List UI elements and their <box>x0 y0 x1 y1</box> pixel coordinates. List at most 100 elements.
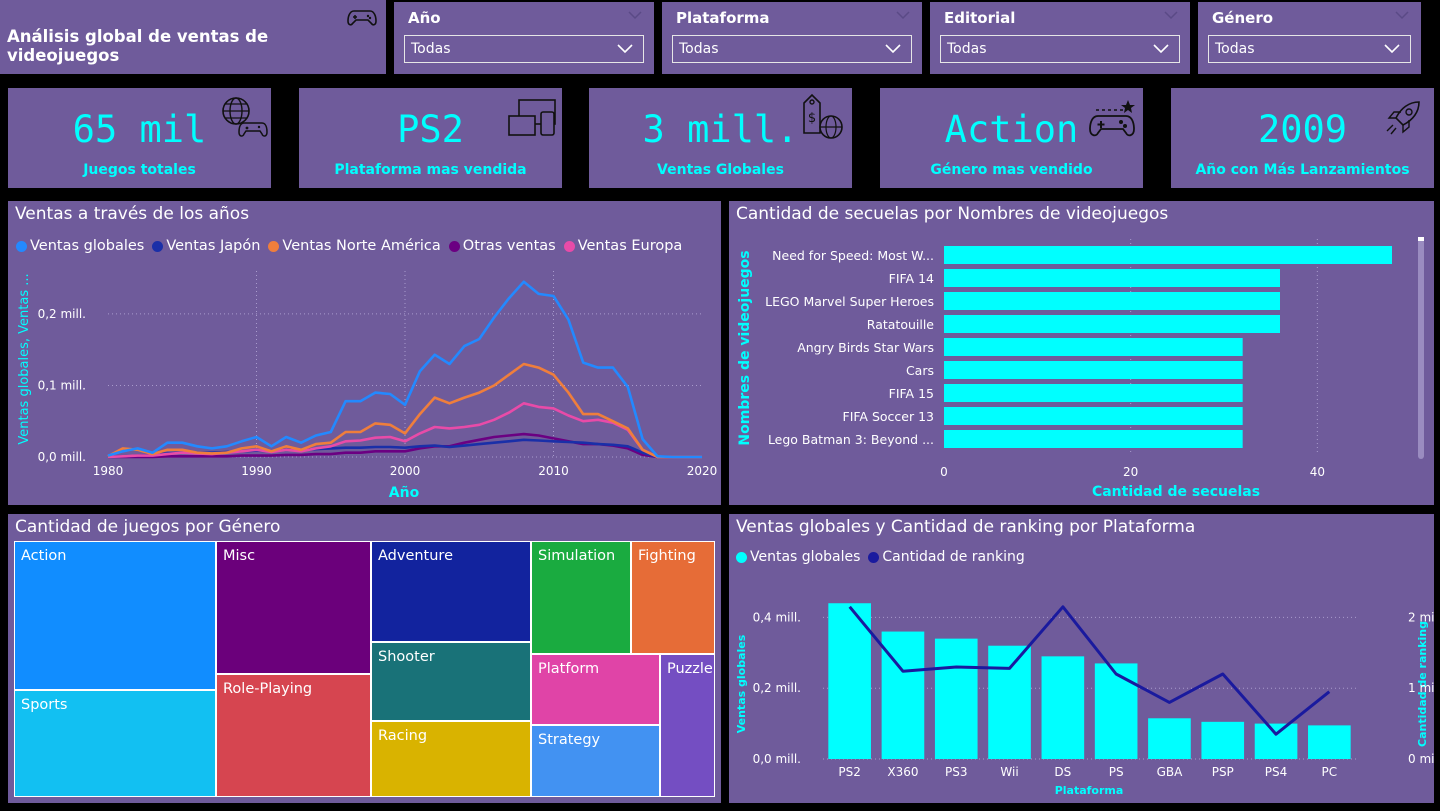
bar <box>944 384 1243 402</box>
chevron-down-icon[interactable] <box>896 10 910 20</box>
y-axis-label: Ventas globales, Ventas ... <box>17 273 32 444</box>
tile-label: Racing <box>378 728 428 744</box>
x-tick-label: DS <box>1054 765 1071 779</box>
category-label: LEGO Marvel Super Heroes <box>765 294 934 309</box>
category-label: Angry Birds Star Wars <box>797 340 934 355</box>
dashboard-title: Análisis global de ventas de videojuegos <box>7 27 269 65</box>
bar <box>988 645 1031 759</box>
treemap-tile-adventure[interactable]: Adventure <box>371 541 531 642</box>
dropdown-value: Todas <box>679 41 719 57</box>
devices-icon <box>508 99 556 136</box>
gamepad-icon <box>347 10 377 26</box>
price-tag-globe-icon: $ <box>803 93 843 139</box>
treemap-tile-action[interactable]: Action <box>14 541 216 690</box>
x-axis-label: Cantidad de secuelas <box>1092 484 1260 500</box>
bar <box>944 315 1280 333</box>
y-axis-label: Nombres de videojuegos <box>737 250 753 445</box>
tile-label: Role-Playing <box>223 681 313 697</box>
treemap-tile-strategy[interactable]: Strategy <box>531 725 660 797</box>
x-tick-label: 2010 <box>538 464 569 478</box>
sequels-bar-chart: Nombres de videojuegos Cantidad de secue… <box>737 237 1424 500</box>
x-tick-label: 40 <box>1310 465 1325 479</box>
kpi-caption: Plataforma mas vendida <box>334 162 527 178</box>
category-label: FIFA 14 <box>889 271 934 286</box>
category-label: FIFA 15 <box>889 386 934 401</box>
tile-label: Action <box>21 548 67 564</box>
treemap-tile-fighting[interactable]: Fighting <box>631 541 715 654</box>
x-tick-label: PS3 <box>945 765 968 779</box>
x-tick-label: 0 <box>940 465 948 479</box>
scrollbar-track[interactable] <box>1418 239 1424 459</box>
slicer-label: Plataforma <box>676 9 770 27</box>
genre-treemap-panel: Cantidad de juegos por Género Action Spo… <box>8 514 721 803</box>
y2-tick-label: 1 mil <box>1408 681 1434 695</box>
kpi-caption: Género mas vendido <box>930 162 1093 178</box>
x-tick-label: 1980 <box>93 464 124 478</box>
bar <box>944 292 1280 310</box>
tile-label: Sports <box>21 697 68 713</box>
sequels-panel: Cantidad de secuelas por Nombres de vide… <box>729 201 1434 505</box>
category-label: FIFA Soccer 13 <box>843 409 934 424</box>
treemap-tile-shooter[interactable]: Shooter <box>371 642 531 721</box>
slicer-year: Año Todas <box>394 2 654 74</box>
chevron-down-icon <box>885 44 901 54</box>
chevron-down-icon[interactable] <box>1164 10 1178 20</box>
year-dropdown[interactable]: Todas <box>404 35 644 63</box>
treemap-tile-puzzle[interactable]: Puzzle <box>660 654 715 797</box>
genre-treemap: Action Sports Misc Role-Playing Adventur… <box>8 514 721 803</box>
y-axis-label: Ventas globales <box>735 634 748 733</box>
kpi-caption: Juegos totales <box>83 162 196 178</box>
y-tick-label: 0,0 mill. <box>753 752 801 766</box>
kpi-total-games: 65 mil Juegos totales <box>8 88 271 188</box>
tile-label: Platform <box>538 661 600 677</box>
svg-text:$: $ <box>808 111 816 126</box>
bar <box>1041 656 1085 759</box>
line-chart: Ventas globales, Ventas ... Año 0,0 mill… <box>17 271 718 501</box>
treemap-tile-platform[interactable]: Platform <box>531 654 660 725</box>
kpi-top-platform: PS2 Plataforma mas vendida <box>299 88 562 188</box>
dropdown-value: Todas <box>947 41 987 57</box>
x-tick-label: 20 <box>1123 465 1138 479</box>
dropdown-value: Todas <box>411 41 451 57</box>
kpi-top-genre: Action Género mas vendido <box>880 88 1143 188</box>
treemap-tile-simulation[interactable]: Simulation <box>531 541 631 654</box>
tile-label: Simulation <box>538 548 616 564</box>
bar <box>1094 663 1138 759</box>
genre-dropdown[interactable]: Todas <box>1208 35 1411 63</box>
chevron-down-icon[interactable] <box>628 10 642 20</box>
slicer-publisher: Editorial Todas <box>930 2 1190 74</box>
x-tick-label: 2000 <box>390 464 421 478</box>
x-axis-label: Año <box>389 485 420 501</box>
x-axis-label: Plataforma <box>1055 784 1124 797</box>
treemap-tile-misc[interactable]: Misc <box>216 541 371 674</box>
y2-tick-label: 2 mil <box>1408 610 1434 624</box>
x-tick-label: PS4 <box>1265 765 1288 779</box>
category-label: Cars <box>906 363 934 378</box>
platform-combo-panel: Ventas globales y Cantidad de ranking po… <box>729 514 1434 803</box>
treemap-tile-role-playing[interactable]: Role-Playing <box>216 674 371 797</box>
tile-label: Misc <box>223 548 256 564</box>
slicer-label: Género <box>1212 9 1274 27</box>
dropdown-value: Todas <box>1215 41 1255 57</box>
treemap-tile-sports[interactable]: Sports <box>14 690 216 797</box>
x-tick-label: GBA <box>1157 765 1184 779</box>
rocket-icon <box>1386 101 1420 135</box>
slicer-genre: Género Todas <box>1198 2 1421 74</box>
bar <box>1254 723 1298 759</box>
y-tick-label: 0,4 mill. <box>753 610 801 624</box>
bar <box>1148 718 1191 759</box>
platform-dropdown[interactable]: Todas <box>672 35 912 63</box>
y-tick-label: 0,0 mill. <box>38 450 86 464</box>
x-tick-label: PS2 <box>838 765 861 779</box>
publisher-dropdown[interactable]: Todas <box>940 35 1180 63</box>
scrollbar-thumb[interactable] <box>1418 237 1424 241</box>
chevron-down-icon <box>1153 44 1169 54</box>
x-tick-label: PC <box>1322 765 1338 779</box>
chevron-down-icon[interactable] <box>1395 10 1409 20</box>
kpi-global-sales: 3 mill. Ventas Globales $ <box>589 88 852 188</box>
treemap-tile-racing[interactable]: Racing <box>371 721 531 797</box>
x-tick-label: PS <box>1109 765 1124 779</box>
kpi-caption: Ventas Globales <box>657 162 784 178</box>
x-tick-label: 2020 <box>687 464 718 478</box>
title-panel: Análisis global de ventas de videojuegos <box>0 0 386 74</box>
